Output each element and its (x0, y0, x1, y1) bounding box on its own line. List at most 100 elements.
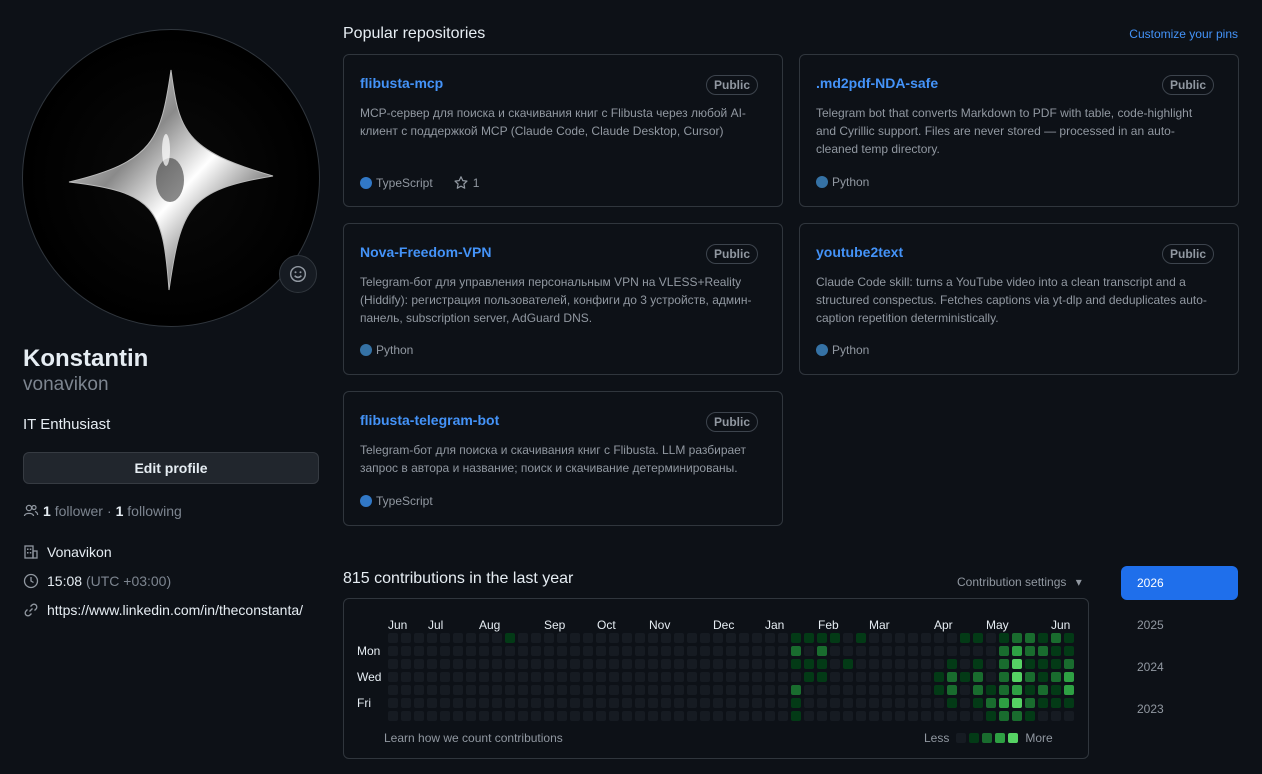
contribution-day[interactable] (622, 646, 632, 656)
contribution-day[interactable] (1025, 659, 1035, 669)
contribution-day[interactable] (518, 672, 528, 682)
contribution-day[interactable] (648, 633, 658, 643)
contribution-day[interactable] (947, 698, 957, 708)
contribution-day[interactable] (609, 633, 619, 643)
contribution-day[interactable] (817, 646, 827, 656)
contribution-day[interactable] (999, 711, 1009, 721)
contribution-day[interactable] (388, 633, 398, 643)
contribution-day[interactable] (674, 711, 684, 721)
contribution-day[interactable] (986, 698, 996, 708)
contribution-day[interactable] (1051, 711, 1061, 721)
contribution-day[interactable] (635, 698, 645, 708)
contribution-day[interactable] (648, 646, 658, 656)
contribution-day[interactable] (960, 646, 970, 656)
contribution-day[interactable] (427, 659, 437, 669)
contribution-day[interactable] (440, 659, 450, 669)
contribution-day[interactable] (531, 685, 541, 695)
contribution-day[interactable] (622, 659, 632, 669)
contribution-day[interactable] (843, 672, 853, 682)
contribution-day[interactable] (1038, 646, 1048, 656)
contribution-day[interactable] (479, 711, 489, 721)
contribution-day[interactable] (505, 633, 515, 643)
contribution-day[interactable] (778, 698, 788, 708)
contribution-day[interactable] (882, 685, 892, 695)
contribution-day[interactable] (661, 659, 671, 669)
contribution-settings-dropdown[interactable]: Contribution settings ▾ (957, 575, 1082, 589)
contribution-day[interactable] (1012, 685, 1022, 695)
contribution-day[interactable] (414, 672, 424, 682)
contribution-day[interactable] (843, 633, 853, 643)
contribution-day[interactable] (544, 659, 554, 669)
contribution-day[interactable] (843, 646, 853, 656)
avatar[interactable] (22, 29, 320, 327)
contribution-day[interactable] (453, 633, 463, 643)
contribution-day[interactable] (973, 646, 983, 656)
contribution-day[interactable] (1025, 685, 1035, 695)
contribution-day[interactable] (661, 698, 671, 708)
contribution-day[interactable] (856, 646, 866, 656)
contribution-day[interactable] (570, 659, 580, 669)
contribution-day[interactable] (856, 685, 866, 695)
contribution-day[interactable] (934, 659, 944, 669)
contribution-day[interactable] (908, 672, 918, 682)
contribution-day[interactable] (1064, 685, 1074, 695)
contribution-day[interactable] (609, 646, 619, 656)
contribution-day[interactable] (401, 646, 411, 656)
contribution-day[interactable] (960, 659, 970, 669)
contribution-day[interactable] (856, 659, 866, 669)
contribution-day[interactable] (713, 685, 723, 695)
contribution-day[interactable] (427, 685, 437, 695)
contribution-day[interactable] (414, 633, 424, 643)
contribution-day[interactable] (466, 659, 476, 669)
contribution-day[interactable] (921, 685, 931, 695)
repo-name[interactable]: youtube2text (816, 244, 903, 260)
contribution-day[interactable] (531, 672, 541, 682)
contribution-day[interactable] (531, 646, 541, 656)
contribution-day[interactable] (1038, 685, 1048, 695)
contribution-day[interactable] (921, 698, 931, 708)
contribution-day[interactable] (1064, 711, 1074, 721)
contribution-day[interactable] (986, 672, 996, 682)
contribution-day[interactable] (1038, 698, 1048, 708)
contribution-day[interactable] (1012, 698, 1022, 708)
contribution-day[interactable] (596, 698, 606, 708)
year-2023[interactable]: 2023 (1121, 692, 1238, 726)
contribution-day[interactable] (557, 711, 567, 721)
contribution-day[interactable] (726, 633, 736, 643)
contribution-day[interactable] (622, 685, 632, 695)
contribution-day[interactable] (1064, 698, 1074, 708)
contribution-day[interactable] (674, 646, 684, 656)
contribution-day[interactable] (739, 711, 749, 721)
website-link[interactable]: https://www.linkedin.com/in/theconstanta… (47, 602, 303, 618)
contribution-day[interactable] (882, 659, 892, 669)
contribution-day[interactable] (479, 685, 489, 695)
contribution-day[interactable] (687, 659, 697, 669)
contribution-day[interactable] (596, 659, 606, 669)
contribution-day[interactable] (1038, 672, 1048, 682)
contribution-day[interactable] (895, 672, 905, 682)
contribution-day[interactable] (739, 672, 749, 682)
customize-pins-link[interactable]: Customize your pins (1129, 27, 1238, 41)
contribution-day[interactable] (440, 698, 450, 708)
contribution-day[interactable] (804, 698, 814, 708)
contribution-day[interactable] (986, 685, 996, 695)
contribution-day[interactable] (843, 685, 853, 695)
contribution-day[interactable] (947, 685, 957, 695)
contribution-day[interactable] (440, 672, 450, 682)
contribution-day[interactable] (1012, 646, 1022, 656)
contribution-day[interactable] (739, 698, 749, 708)
contribution-day[interactable] (869, 646, 879, 656)
contribution-day[interactable] (570, 685, 580, 695)
contribution-day[interactable] (544, 711, 554, 721)
contribution-day[interactable] (648, 685, 658, 695)
contribution-day[interactable] (765, 711, 775, 721)
contribution-day[interactable] (973, 685, 983, 695)
contribution-day[interactable] (908, 685, 918, 695)
contribution-day[interactable] (414, 659, 424, 669)
contribution-day[interactable] (752, 659, 762, 669)
contribution-day[interactable] (804, 685, 814, 695)
contribution-day[interactable] (661, 646, 671, 656)
contribution-day[interactable] (596, 633, 606, 643)
contribution-day[interactable] (791, 633, 801, 643)
contribution-day[interactable] (1012, 672, 1022, 682)
